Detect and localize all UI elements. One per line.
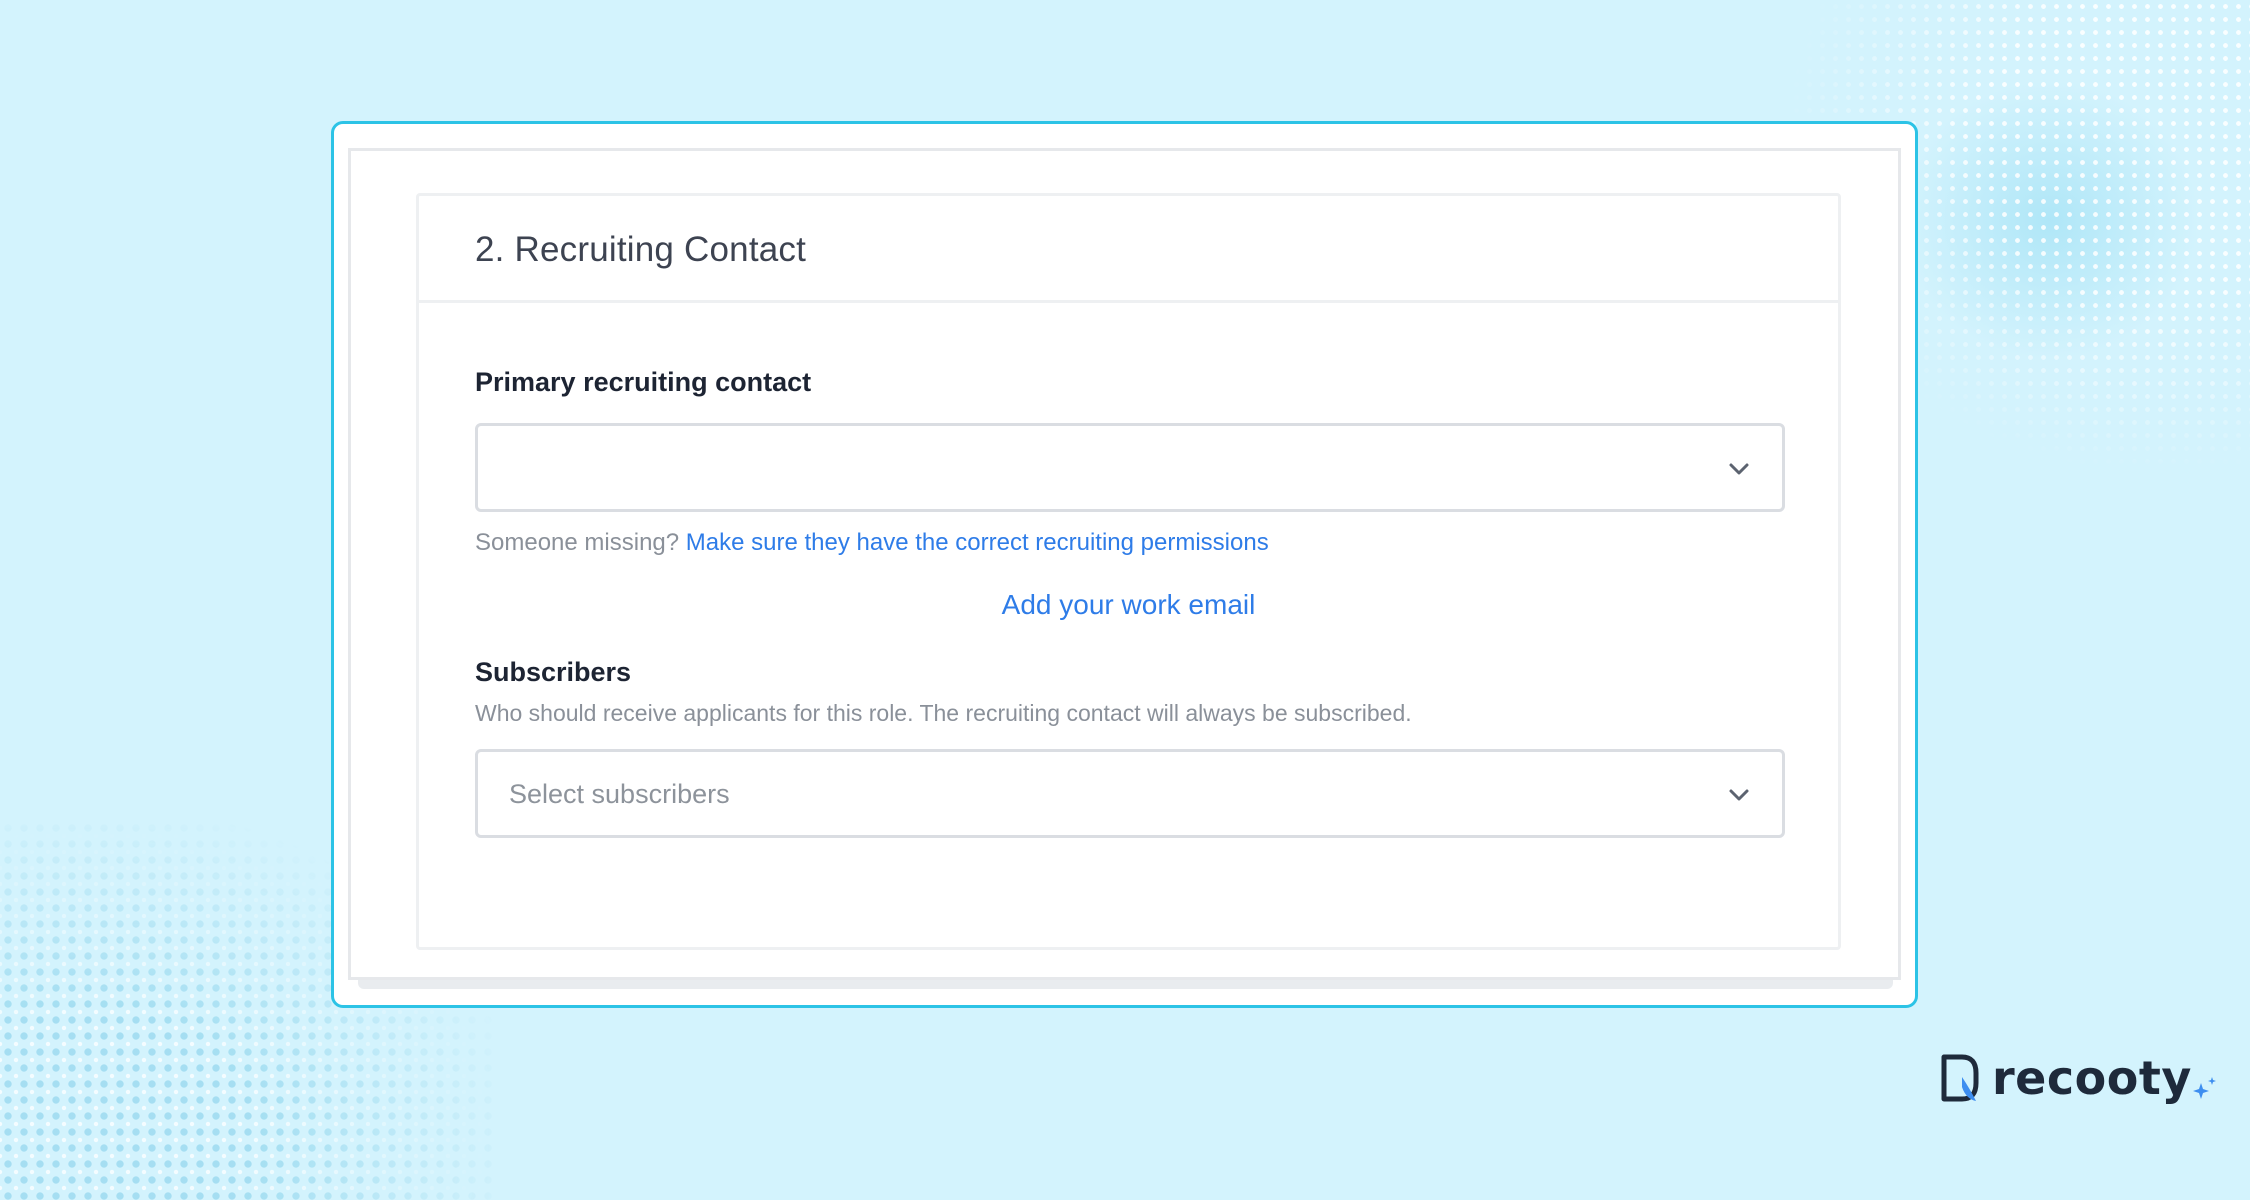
- primary-contact-helper: Someone missing? Make sure they have the…: [475, 529, 1269, 557]
- subscribers-placeholder: Select subscribers: [509, 779, 730, 809]
- brand-name: recooty: [1992, 1051, 2192, 1105]
- primary-contact-label: Primary recruiting contact: [475, 367, 812, 397]
- primary-contact-select[interactable]: [475, 423, 1785, 512]
- section-title: 2. Recruiting Contact: [475, 230, 807, 269]
- chevron-down-icon: [1729, 463, 1749, 475]
- card-divider: [419, 300, 1838, 303]
- add-work-email-link[interactable]: Add your work email: [419, 589, 1838, 621]
- subscribers-description: Who should receive applicants for this r…: [475, 700, 1412, 726]
- recruiting-contact-card: 2. Recruiting Contact Primary recruiting…: [416, 193, 1841, 950]
- permissions-link[interactable]: Make sure they have the correct recruiti…: [686, 529, 1269, 556]
- sparkle-icon: [2192, 1077, 2216, 1099]
- chevron-down-icon: [1729, 789, 1749, 801]
- helper-prefix: Someone missing?: [475, 529, 680, 556]
- subscribers-select[interactable]: Select subscribers: [475, 749, 1785, 838]
- subscribers-label: Subscribers: [475, 657, 632, 687]
- brand-logo: recooty: [1940, 1048, 2218, 1108]
- recooty-logo-icon: [1941, 1054, 1979, 1102]
